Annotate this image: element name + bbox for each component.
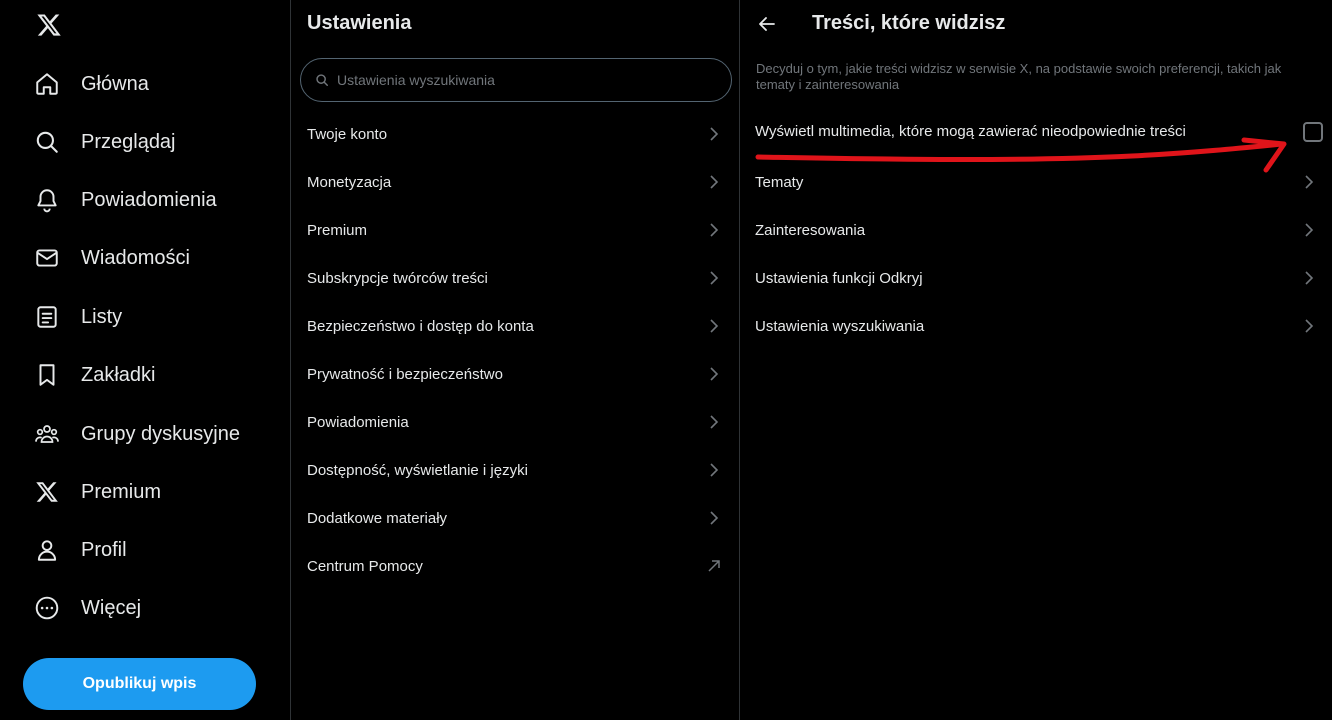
settings-item-label: Centrum Pomocy — [307, 557, 423, 575]
chevron-right-icon — [705, 509, 723, 527]
settings-search-box[interactable] — [300, 58, 732, 102]
home-icon — [34, 71, 60, 97]
settings-item-label: Bezpieczeństwo i dostęp do konta — [307, 317, 534, 335]
back-arrow-icon[interactable] — [754, 11, 780, 37]
nav-item-bookmarks[interactable]: Zakładki — [22, 351, 167, 399]
content-item-label: Ustawienia wyszukiwania — [755, 317, 925, 335]
settings-item-monetization[interactable]: Monetyzacja — [291, 158, 739, 206]
content-item-interests[interactable]: Zainteresowania — [740, 206, 1332, 254]
settings-item-label: Dodatkowe materiały — [307, 509, 448, 527]
settings-search-input[interactable] — [337, 72, 717, 88]
nav-item-home[interactable]: Główna — [22, 60, 161, 108]
settings-item-label: Subskrypcje twórców treści — [307, 269, 488, 287]
settings-item-accessibility[interactable]: Dostępność, wyświetlanie i języki — [291, 446, 739, 494]
content-item-explore-settings[interactable]: Ustawienia funkcji Odkryj — [740, 254, 1332, 302]
chevron-right-icon — [705, 413, 723, 431]
nav-item-label: Więcej — [81, 596, 142, 619]
nav-item-more[interactable]: Więcej — [22, 584, 153, 632]
external-link-icon — [705, 557, 723, 575]
settings-column: Ustawienia Twoje konto Monetyzacja Premi… — [290, 0, 740, 720]
chevron-right-icon — [1300, 269, 1318, 287]
settings-item-privacy-safety[interactable]: Prywatność i bezpieczeństwo — [291, 350, 739, 398]
bookmark-icon — [34, 362, 60, 388]
sensitive-media-checkbox[interactable] — [1303, 122, 1323, 142]
nav-item-messages[interactable]: Wiadomości — [22, 234, 202, 282]
search-icon — [315, 72, 331, 88]
x-logo-icon[interactable] — [32, 8, 66, 42]
nav-item-label: Grupy dyskusyjne — [81, 422, 240, 445]
panel-title: Treści, które widzisz — [812, 12, 1006, 34]
settings-item-premium[interactable]: Premium — [291, 206, 739, 254]
chevron-right-icon — [705, 173, 723, 191]
content-item-label: Tematy — [755, 173, 804, 191]
chevron-right-icon — [705, 221, 723, 239]
post-button[interactable]: Opublikuj wpis — [23, 658, 256, 710]
nav-item-label: Profil — [81, 538, 127, 561]
bell-icon — [34, 187, 60, 213]
communities-icon — [34, 421, 60, 447]
settings-item-additional-resources[interactable]: Dodatkowe materiały — [291, 494, 739, 542]
nav-item-label: Premium — [81, 480, 162, 503]
chevron-right-icon — [1300, 317, 1318, 335]
settings-item-label: Powiadomienia — [307, 413, 409, 431]
nav-item-profile[interactable]: Profil — [22, 526, 139, 574]
x-logo-icon — [34, 479, 60, 505]
person-icon — [34, 537, 60, 563]
settings-item-label: Prywatność i bezpieczeństwo — [307, 365, 503, 383]
settings-item-label: Dostępność, wyświetlanie i języki — [307, 461, 528, 479]
nav-item-communities[interactable]: Grupy dyskusyjne — [22, 410, 252, 458]
panel-description: Decyduj o tym, jakie treści widzisz w se… — [756, 61, 1282, 92]
sidebar-nav: Główna Przeglądaj Powiadomienia Wiadomoś… — [0, 0, 290, 720]
settings-item-label: Premium — [307, 221, 368, 239]
chevron-right-icon — [1300, 173, 1318, 191]
nav-item-label: Listy — [81, 305, 123, 328]
settings-item-label: Monetyzacja — [307, 173, 392, 191]
content-item-label: Ustawienia funkcji Odkryj — [755, 269, 923, 287]
nav-item-explore[interactable]: Przeglądaj — [22, 118, 188, 166]
more-circle-icon — [34, 595, 60, 621]
envelope-icon — [34, 245, 60, 271]
chevron-right-icon — [1300, 221, 1318, 239]
nav-item-label: Wiadomości — [81, 246, 190, 269]
settings-item-label: Twoje konto — [307, 125, 388, 143]
nav-item-premium[interactable]: Premium — [22, 468, 173, 516]
nav-item-notifications[interactable]: Powiadomienia — [22, 176, 229, 224]
chevron-right-icon — [705, 125, 723, 143]
chevron-right-icon — [705, 365, 723, 383]
content-item-search-settings[interactable]: Ustawienia wyszukiwania — [740, 302, 1332, 350]
settings-item-account[interactable]: Twoje konto — [291, 110, 739, 158]
chevron-right-icon — [705, 317, 723, 335]
nav-item-label: Powiadomienia — [81, 188, 217, 211]
nav-item-lists[interactable]: Listy — [22, 293, 134, 341]
content-item-label: Zainteresowania — [755, 221, 866, 239]
nav-item-label: Główna — [81, 72, 149, 95]
chevron-right-icon — [705, 461, 723, 479]
settings-item-creator-subscriptions[interactable]: Subskrypcje twórców treści — [291, 254, 739, 302]
settings-item-help-center[interactable]: Centrum Pomocy — [291, 542, 739, 590]
search-icon — [34, 129, 60, 155]
annotation-arrow-icon — [755, 137, 1287, 173]
nav-item-label: Zakładki — [81, 363, 156, 386]
chevron-right-icon — [705, 269, 723, 287]
settings-item-notifications[interactable]: Powiadomienia — [291, 398, 739, 446]
settings-title: Ustawienia — [307, 12, 412, 34]
list-icon — [34, 304, 60, 330]
settings-item-security-access[interactable]: Bezpieczeństwo i dostęp do konta — [291, 302, 739, 350]
nav-item-label: Przeglądaj — [81, 130, 176, 153]
content-settings-panel: Treści, które widzisz Decyduj o tym, jak… — [740, 0, 1332, 720]
